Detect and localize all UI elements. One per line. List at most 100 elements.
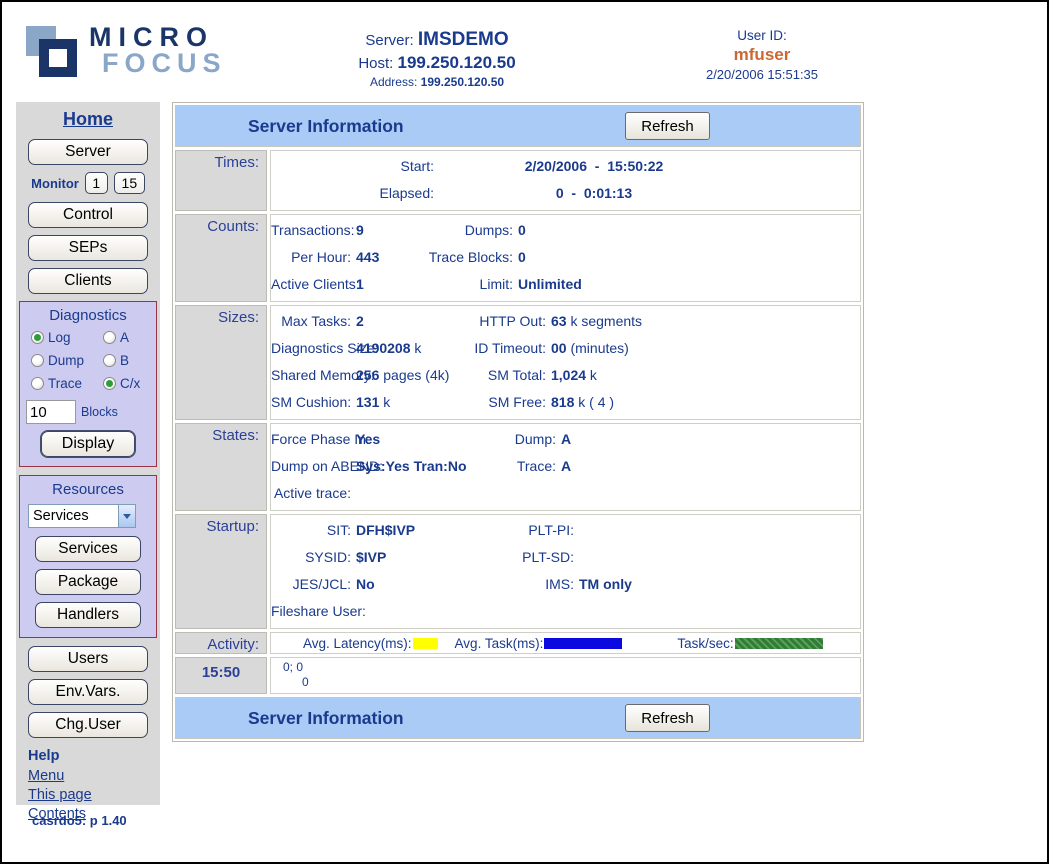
sidebar: Home Server Monitor Control SEPs Clients… (16, 102, 160, 805)
counts-row: Counts: Transactions:9Dumps:0 Per Hour:4… (175, 214, 861, 302)
avg-task-label: Avg. Task(ms): (455, 636, 544, 651)
users-button[interactable]: Users (28, 646, 148, 672)
sizes-section-label: Sizes: (175, 305, 267, 420)
counts-values: Transactions:9Dumps:0 Per Hour:443Trace … (270, 214, 861, 302)
timeline-line2: 0 (271, 675, 860, 690)
timeline-row: 15:50 0; 0 0 (175, 657, 861, 694)
sizes-row: Sizes: Max Tasks:2HTTP Out:63 k segments… (175, 305, 861, 420)
task-sec-label: Task/sec: (677, 636, 733, 651)
start-value: 2/20/2006 - 15:50:22 (434, 153, 754, 180)
package-button[interactable]: Package (35, 569, 141, 595)
version-footer: casrdo5: p 1.40 (32, 813, 127, 828)
timeline-line1: 0; 0 (271, 660, 860, 675)
logo-word-micro: MICRO (89, 24, 227, 50)
address-value: 199.250.120.50 (421, 75, 504, 89)
help-label: Help (28, 748, 160, 764)
radio-trace-icon (31, 377, 44, 390)
monitor-count-input[interactable] (114, 172, 145, 194)
radio-dump-icon (31, 354, 44, 367)
envvars-button[interactable]: Env.Vars. (28, 679, 148, 705)
times-row: Times: Start:2/20/2006 - 15:50:22 Elapse… (175, 150, 861, 211)
start-label: Start: (271, 153, 434, 180)
server-name: IMSDEMO (418, 29, 509, 50)
task-bar-blue (544, 638, 622, 649)
latency-bar-yellow (413, 638, 438, 649)
server-label: Server: (365, 32, 413, 49)
user-id-value: mfuser (657, 45, 867, 65)
resources-select-value: Services (29, 508, 118, 524)
clients-button[interactable]: Clients (28, 268, 148, 294)
blocks-input[interactable] (26, 400, 76, 424)
activity-row: Activity: Avg. Latency(ms): Avg. Task(ms… (175, 632, 861, 654)
resources-select[interactable]: Services (28, 504, 136, 528)
diagnostics-radio-group: Log A Dump B Trace C/x (24, 330, 152, 391)
home-link[interactable]: Home (16, 109, 160, 130)
startup-row: Startup: SIT:DFH$IVPPLT-PI: SYSID:$IVPPL… (175, 514, 861, 629)
activity-legend: Avg. Latency(ms): Avg. Task(ms): Task/se… (270, 632, 861, 654)
radio-log-icon (31, 331, 44, 344)
radio-a[interactable]: A (103, 330, 157, 345)
sizes-values: Max Tasks:2HTTP Out:63 k segments Diagno… (270, 305, 861, 420)
this-page-link[interactable]: This page (28, 786, 160, 805)
page-timestamp: 2/20/2006 15:51:35 (657, 67, 867, 82)
server-button[interactable]: Server (28, 139, 148, 165)
diagnostics-title: Diagnostics (24, 307, 152, 324)
activity-section-label: Activity: (175, 632, 267, 654)
counts-section-label: Counts: (175, 214, 267, 302)
elapsed-value: 0 - 0:01:13 (434, 180, 754, 207)
radio-trace[interactable]: Trace (31, 376, 103, 391)
seps-button[interactable]: SEPs (28, 235, 148, 261)
times-values: Start:2/20/2006 - 15:50:22 Elapsed:0 - 0… (270, 150, 861, 211)
control-button[interactable]: Control (28, 202, 148, 228)
radio-b[interactable]: B (103, 353, 157, 368)
footer-title: Server Information (248, 708, 404, 729)
refresh-button-top[interactable]: Refresh (625, 112, 710, 140)
server-information-footer: Server Information Refresh (175, 697, 861, 739)
timeline-time-label: 15:50 (175, 657, 267, 694)
resources-panel: Resources Services Services Package Hand… (19, 475, 157, 638)
diagnostics-panel: Diagnostics Log A Dump B Trace C/x (19, 301, 157, 467)
monitor-interval-input[interactable] (85, 172, 108, 194)
monitor-row: Monitor (16, 172, 160, 194)
blocks-label: Blocks (81, 405, 118, 419)
radio-b-icon (103, 354, 116, 367)
radio-log[interactable]: Log (31, 330, 103, 345)
handlers-button[interactable]: Handlers (35, 602, 141, 628)
main-content: Server Information Refresh Times: Start:… (172, 102, 864, 742)
server-information-table: Server Information Refresh Times: Start:… (172, 102, 864, 742)
states-row: States: Force Phase In:YesDump:A Dump on… (175, 423, 861, 511)
radio-dump[interactable]: Dump (31, 353, 103, 368)
times-section-label: Times: (175, 150, 267, 211)
timeline-values: 0; 0 0 (270, 657, 861, 694)
startup-section-label: Startup: (175, 514, 267, 629)
display-button[interactable]: Display (41, 431, 135, 457)
address-label: Address: (370, 75, 417, 89)
page-title: Server Information (248, 116, 404, 137)
server-information-header: Server Information Refresh (175, 105, 861, 147)
chevron-down-icon[interactable] (118, 505, 135, 527)
resources-title: Resources (24, 481, 152, 498)
radio-a-icon (103, 331, 116, 344)
radio-cx-icon (103, 377, 116, 390)
host-label: Host: (358, 55, 393, 72)
chguser-button[interactable]: Chg.User (28, 712, 148, 738)
monitor-label: Monitor (31, 176, 79, 191)
microfocus-logo: MICRO FOCUS (26, 24, 227, 78)
host-value: 199.250.120.50 (398, 53, 516, 72)
services-button[interactable]: Services (35, 536, 141, 562)
user-id-label: User ID: (657, 28, 867, 43)
elapsed-label: Elapsed: (271, 180, 434, 207)
refresh-button-bottom[interactable]: Refresh (625, 704, 710, 732)
avg-latency-label: Avg. Latency(ms): (303, 636, 412, 651)
radio-cx[interactable]: C/x (103, 376, 157, 391)
menu-link[interactable]: Menu (28, 767, 160, 786)
server-identity: Server: IMSDEMO Host: 199.250.120.50 Add… (282, 29, 592, 89)
logo-word-focus: FOCUS (102, 50, 227, 76)
microfocus-squares-icon (26, 24, 80, 78)
startup-values: SIT:DFH$IVPPLT-PI: SYSID:$IVPPLT-SD: JES… (270, 514, 861, 629)
task-sec-bar-green (735, 638, 823, 649)
logo-text: MICRO FOCUS (89, 24, 227, 78)
blocks-row: Blocks (26, 400, 152, 424)
states-values: Force Phase In:YesDump:A Dump on ABEND:S… (270, 423, 861, 511)
user-identity: User ID: mfuser 2/20/2006 15:51:35 (657, 28, 867, 82)
